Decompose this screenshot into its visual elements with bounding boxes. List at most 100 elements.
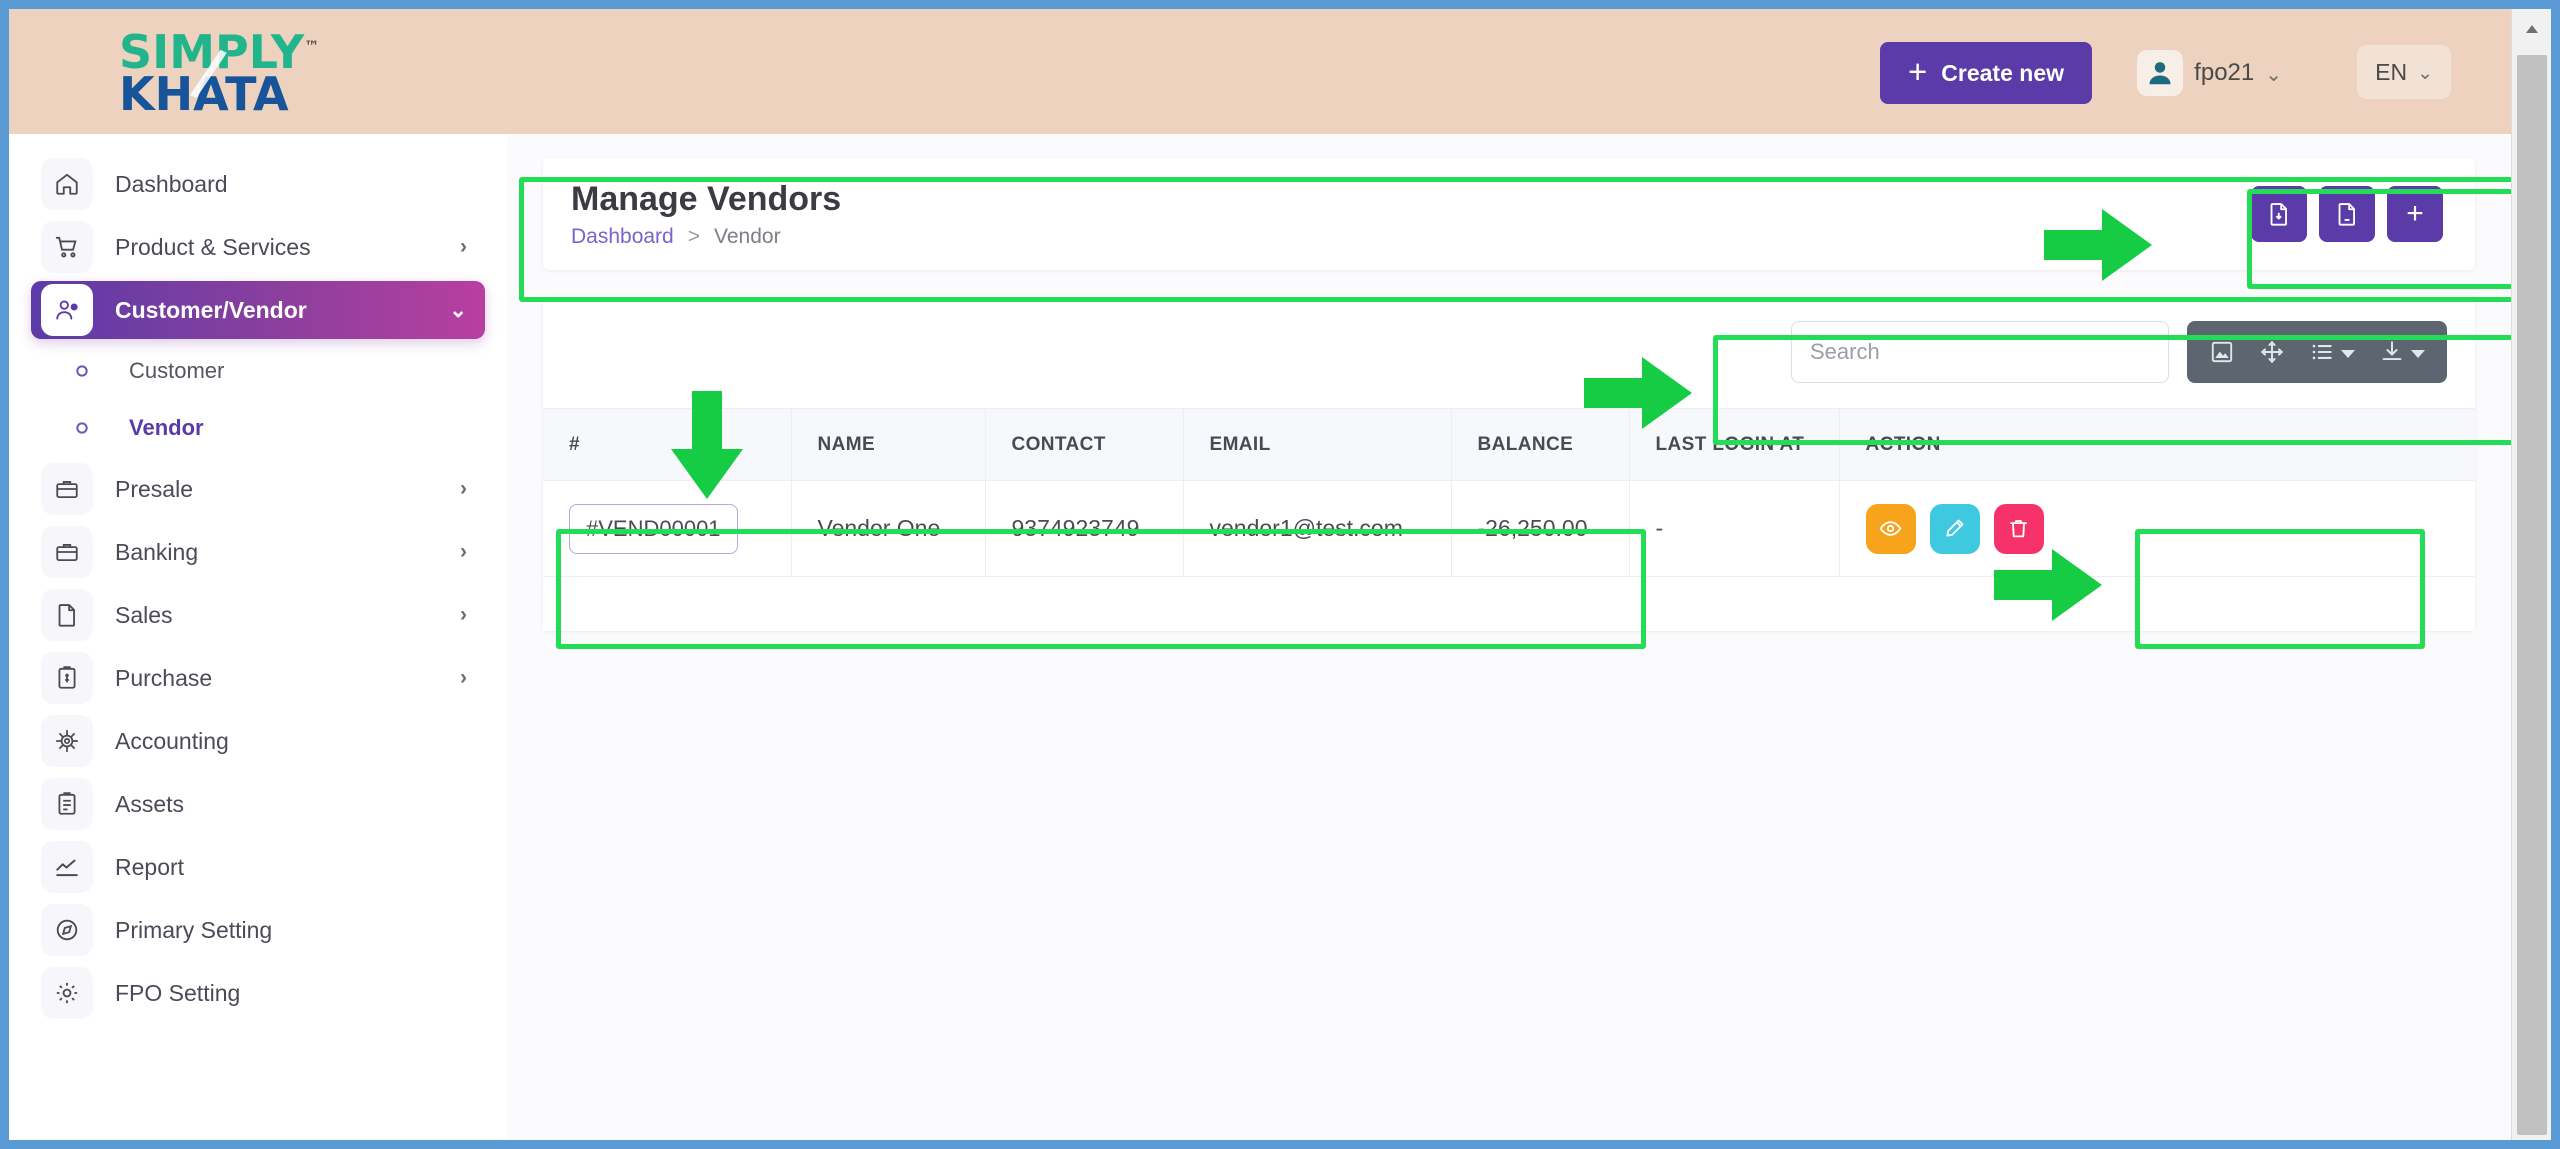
cell-balance: -26,250.00 [1451,480,1630,577]
column-header-action: ACTION [1839,408,2475,481]
app-root: SIMPLY™ KHATA + Create new fpo21 ⌄ EN ⌄ [9,9,2551,1140]
chevron-down-icon: ⌄ [2417,63,2433,84]
table-footer-spacer [543,577,2475,631]
export-file-button[interactable] [2319,186,2375,242]
main-content: Manage Vendors Dashboard > Vendor + Sear… [507,134,2511,1140]
table-body: #VEND00001 Vendor One 9374923749 vendor1… [543,480,2475,577]
column-header-last-login[interactable]: LAST LOGIN AT [1629,408,1840,481]
sidebar-item-label: Presale [115,475,193,502]
sidebar-item-dashboard[interactable]: Dashboard [31,155,485,213]
image-export-button[interactable] [2199,321,2245,383]
app-logo[interactable]: SIMPLY™ KHATA [119,29,320,122]
cell-last-login: - [1629,480,1840,577]
sidebar-nav: Dashboard Product & Services › Customer/… [9,134,507,1140]
trash-icon [2010,520,2027,538]
breadcrumb-dashboard-link[interactable]: Dashboard [571,225,674,249]
vertical-scrollbar[interactable] [2511,9,2551,1140]
breadcrumb: Dashboard > Vendor [571,225,841,249]
bullet-icon [69,363,95,379]
chevron-right-icon: › [460,477,467,500]
table-header-row: # NAME CONTACT EMAIL BALANCE LAST LOGIN … [543,408,2475,481]
sidebar-item-label: Accounting [115,727,229,754]
user-menu[interactable]: fpo21 ⌄ [2127,41,2292,105]
breadcrumb-separator: > [687,224,700,248]
sidebar-item-purchase[interactable]: Purchase › [31,649,485,707]
sidebar-item-sales[interactable]: Sales › [31,586,485,644]
column-header-name[interactable]: NAME [791,408,986,481]
sidebar-item-label: Assets [115,790,185,817]
sidebar-item-label: Dashboard [115,170,228,197]
sidebar-item-label: Banking [115,538,199,565]
accounting-icon [41,715,93,767]
cell-name: Vendor One [791,480,986,577]
language-selector[interactable]: EN ⌄ [2357,45,2451,99]
fullscreen-button[interactable] [2249,321,2295,383]
gear-icon [41,967,93,1019]
sidebar-item-banking[interactable]: Banking › [31,523,485,581]
view-button[interactable] [1865,503,1916,554]
sidebar-item-label: Primary Setting [115,916,273,943]
sidebar-item-label: Report [115,853,185,880]
sidebar-item-label: Customer/Vendor [115,296,307,323]
add-vendor-button[interactable]: + [2387,186,2443,242]
search-input[interactable] [1791,321,2169,383]
pencil-icon [1946,519,1964,537]
user-icon [2149,62,2171,85]
chart-icon [41,841,93,893]
plus-icon: + [1908,53,1928,90]
table-header: # NAME CONTACT EMAIL BALANCE LAST LOGIN … [543,408,2475,481]
row-action-buttons [1865,503,2450,554]
list-icon [2312,344,2332,360]
page-title: Manage Vendors [571,179,842,218]
table-toolbar [543,296,2475,408]
column-header-contact[interactable]: CONTACT [985,408,1184,481]
vendor-id-badge[interactable]: #VEND00001 [569,503,738,554]
logo-line-2: KHATA [119,67,289,122]
sidebar-item-accounting[interactable]: Accounting [31,712,485,770]
create-new-label: Create new [1941,59,2064,86]
image-icon [2211,341,2233,363]
sidebar-subitem-vendor[interactable]: Vendor [69,401,485,455]
table-row[interactable]: #VEND00001 Vendor One 9374923749 vendor1… [543,480,2475,577]
trademark-symbol: ™ [304,37,320,56]
sidebar-subitem-customer[interactable]: Customer [69,344,485,398]
sidebar-item-customer-vendor[interactable]: Customer/Vendor ⌄ [31,281,485,339]
home-icon [41,158,93,210]
user-name-label: fpo21 [2194,59,2255,86]
sidebar-item-primary-setting[interactable]: Primary Setting [31,901,485,959]
document-icon [41,589,93,641]
column-header-id[interactable]: # [543,408,792,481]
file-copy-icon [2338,203,2355,226]
scroll-up-icon [2525,25,2538,33]
column-visibility-button[interactable] [2299,321,2365,383]
download-icon [2382,341,2402,361]
cell-action [1839,480,2475,577]
column-header-balance[interactable]: BALANCE [1451,408,1630,481]
scrollbar-thumb[interactable] [2517,55,2547,1135]
edit-button[interactable] [1929,503,1980,554]
sidebar-item-assets[interactable]: Assets [31,775,485,833]
column-header-email[interactable]: EMAIL [1183,408,1452,481]
chevron-down-icon [2411,350,2425,358]
briefcase-icon [41,463,93,515]
export-pdf-button[interactable] [2251,186,2307,242]
sidebar-item-label: Product & Services [115,233,311,260]
sidebar-item-presale[interactable]: Presale › [31,460,485,518]
sidebar-item-fpo-setting[interactable]: FPO Setting [31,964,485,1022]
app-header: SIMPLY™ KHATA + Create new fpo21 ⌄ EN ⌄ [9,9,2511,134]
assets-icon [41,778,93,830]
sidebar-item-product-services[interactable]: Product & Services › [31,218,485,276]
download-button[interactable] [2369,321,2435,383]
scroll-up-button[interactable] [2512,9,2551,49]
sidebar-item-label: Sales [115,601,173,628]
delete-button[interactable] [1993,503,2044,554]
clipboard-icon [41,652,93,704]
create-new-button[interactable]: + Create new [1880,42,2092,104]
sidebar-subitem-label: Customer [129,358,225,383]
sidebar-item-label: Purchase [115,664,213,691]
browser-frame: SIMPLY™ KHATA + Create new fpo21 ⌄ EN ⌄ [0,0,2560,1149]
sidebar-item-label: FPO Setting [115,979,241,1006]
chevron-right-icon: › [460,235,467,258]
vendor-table: # NAME CONTACT EMAIL BALANCE LAST LOGIN … [543,408,2475,577]
sidebar-item-report[interactable]: Report [31,838,485,896]
